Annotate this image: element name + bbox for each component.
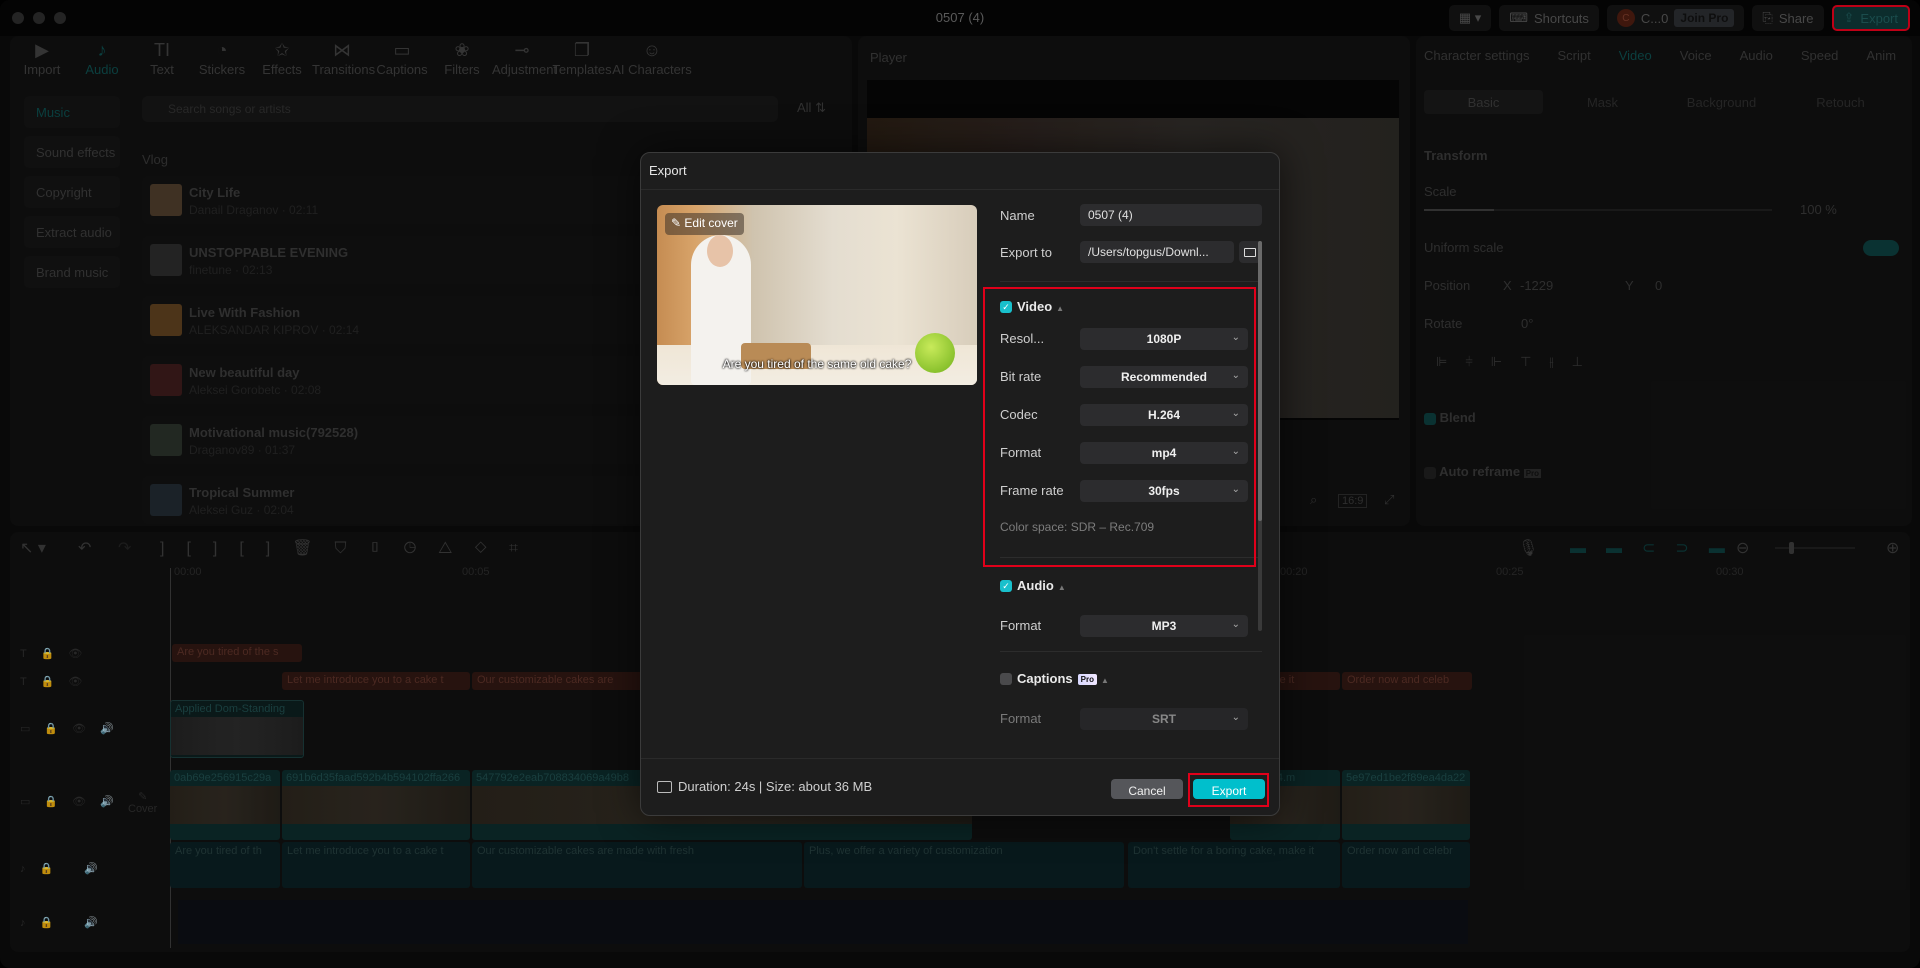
cancel-button[interactable]: Cancel <box>1111 779 1183 799</box>
captions-format-select[interactable]: SRT ⌄ <box>1080 708 1248 730</box>
video-format-value: mp4 <box>1152 446 1177 460</box>
captions-checkbox[interactable] <box>1000 673 1012 685</box>
name-input[interactable]: 0507 (4) <box>1080 204 1262 226</box>
name-label: Name <box>1000 208 1035 223</box>
video-section-label: Video <box>1017 299 1052 314</box>
divider <box>641 189 1279 190</box>
audio-section-toggle[interactable]: Audio ▲ <box>1017 578 1066 593</box>
edit-cover-button[interactable]: ✎ Edit cover <box>665 213 744 235</box>
captions-section-toggle[interactable]: Captions Pro ▲ <box>1017 671 1109 686</box>
video-checkbox[interactable]: ✓ <box>1000 301 1012 313</box>
film-icon <box>657 781 672 793</box>
framerate-value: 30fps <box>1148 484 1179 498</box>
caret-up-icon: ▲ <box>1056 304 1064 313</box>
video-editor-app: 0507 (4) ▦ ▾ ⌨Shortcuts CC...0Join Pro ⎘… <box>0 0 1920 968</box>
resolution-value: 1080P <box>1147 332 1182 346</box>
color-space-info: Color space: SDR – Rec.709 <box>1000 520 1154 534</box>
bitrate-label: Bit rate <box>1000 369 1041 384</box>
video-format-label: Format <box>1000 445 1041 460</box>
chevron-down-icon: ⌄ <box>1232 408 1240 419</box>
edit-cover-label: Edit cover <box>684 216 737 230</box>
captions-format-value: SRT <box>1152 712 1176 726</box>
chevron-down-icon: ⌄ <box>1232 484 1240 495</box>
chevron-down-icon: ⌄ <box>1232 619 1240 630</box>
export-path-input[interactable]: /Users/topgus/Downl... <box>1080 241 1234 263</box>
export-summary: Duration: 24s | Size: about 36 MB <box>657 779 872 794</box>
audio-format-select[interactable]: MP3 ⌄ <box>1080 615 1248 637</box>
audio-format-label: Format <box>1000 618 1041 633</box>
export-to-label: Export to <box>1000 245 1052 260</box>
codec-value: H.264 <box>1148 408 1180 422</box>
divider <box>641 758 1279 759</box>
chevron-down-icon: ⌄ <box>1232 712 1240 723</box>
codec-select[interactable]: H.264 ⌄ <box>1080 404 1248 426</box>
codec-label: Codec <box>1000 407 1038 422</box>
audio-checkbox[interactable]: ✓ <box>1000 580 1012 592</box>
framerate-label: Frame rate <box>1000 483 1064 498</box>
bitrate-select[interactable]: Recommended ⌄ <box>1080 366 1248 388</box>
folder-icon <box>1244 248 1256 257</box>
chevron-down-icon: ⌄ <box>1232 332 1240 343</box>
settings-scrollbar[interactable] <box>1258 241 1262 631</box>
duration-size-info: Duration: 24s | Size: about 36 MB <box>678 779 872 794</box>
pro-badge: Pro <box>1078 674 1097 685</box>
resolution-select[interactable]: 1080P ⌄ <box>1080 328 1248 350</box>
export-dialog: Export Are you tired of the same old cak… <box>640 152 1280 816</box>
resolution-label: Resol... <box>1000 331 1044 346</box>
framerate-select[interactable]: 30fps ⌄ <box>1080 480 1248 502</box>
video-format-select[interactable]: mp4 ⌄ <box>1080 442 1248 464</box>
caret-up-icon: ▲ <box>1058 583 1066 592</box>
chevron-down-icon: ⌄ <box>1232 446 1240 457</box>
cover-subtitle: Are you tired of the same old cake? <box>657 357 977 371</box>
video-section-toggle[interactable]: Video ▲ <box>1017 299 1064 314</box>
pencil-icon: ✎ <box>671 216 684 230</box>
bitrate-value: Recommended <box>1121 370 1207 384</box>
divider <box>1000 281 1262 282</box>
audio-format-value: MP3 <box>1152 619 1177 633</box>
cover-preview[interactable]: Are you tired of the same old cake? ✎ Ed… <box>657 205 977 385</box>
captions-section-label: Captions <box>1017 671 1073 686</box>
captions-format-label: Format <box>1000 711 1041 726</box>
audio-section-label: Audio <box>1017 578 1054 593</box>
dialog-title: Export <box>649 163 687 178</box>
caret-up-icon: ▲ <box>1101 676 1109 685</box>
chevron-down-icon: ⌄ <box>1232 370 1240 381</box>
divider <box>1000 557 1262 558</box>
export-button[interactable]: Export <box>1193 779 1265 799</box>
divider <box>1000 651 1262 652</box>
